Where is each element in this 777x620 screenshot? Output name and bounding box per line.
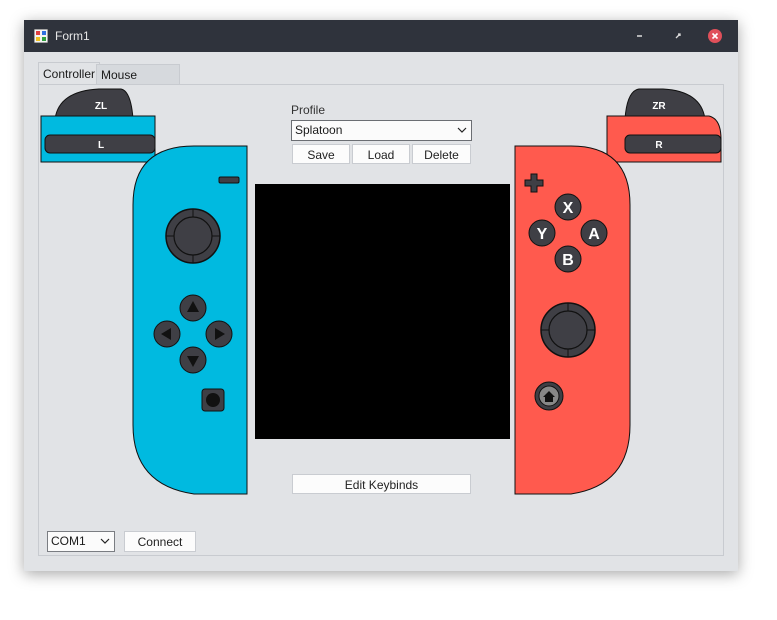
l-label: L <box>98 140 104 151</box>
tab-controller[interactable]: Controller <box>38 62 101 85</box>
l-button[interactable]: L <box>44 134 156 154</box>
a-label: A <box>588 226 600 243</box>
close-icon <box>708 29 722 43</box>
zl-button[interactable]: ZL <box>54 88 134 120</box>
delete-button[interactable]: Delete <box>412 144 471 164</box>
y-button[interactable]: Y <box>528 219 556 247</box>
close-button[interactable] <box>703 26 727 46</box>
right-stick[interactable] <box>540 302 596 358</box>
x-button[interactable]: X <box>554 193 582 221</box>
profile-dropdown[interactable]: Splatoon <box>291 120 472 141</box>
profile-selected: Splatoon <box>295 123 343 137</box>
y-label: Y <box>537 226 548 243</box>
com-port-selected: COM1 <box>51 534 86 548</box>
title-bar: Form1 <box>24 20 738 52</box>
screen-display <box>255 184 510 439</box>
left-stick[interactable] <box>165 208 221 264</box>
capture-button[interactable] <box>201 388 225 412</box>
main-window: Form1 Controller Mouse Settings ZL <box>24 20 738 571</box>
tab-mouse-settings[interactable]: Mouse Settings <box>96 64 180 102</box>
app-icon <box>34 29 48 43</box>
controller-panel: ZL L ZR R X Y A B Profile Splatoon Save … <box>38 84 724 556</box>
profile-label: Profile <box>291 103 326 117</box>
com-port-dropdown[interactable]: COM1 <box>47 531 115 552</box>
minimize-button[interactable] <box>628 26 652 46</box>
home-button[interactable] <box>534 381 564 411</box>
x-label: X <box>563 200 574 217</box>
zl-label: ZL <box>95 101 107 112</box>
dpad-right-button[interactable] <box>205 320 233 348</box>
dpad-up-button[interactable] <box>179 294 207 322</box>
chevron-down-icon <box>100 532 110 557</box>
b-button[interactable]: B <box>554 245 582 273</box>
chevron-down-icon <box>457 121 467 146</box>
dpad-down-button[interactable] <box>179 346 207 374</box>
window-title: Form1 <box>55 29 90 43</box>
restore-icon <box>675 33 681 39</box>
dpad-left-button[interactable] <box>153 320 181 348</box>
maximize-button[interactable] <box>666 26 690 46</box>
b-label: B <box>562 252 574 269</box>
save-button[interactable]: Save <box>292 144 350 164</box>
a-button[interactable]: A <box>580 219 608 247</box>
load-button[interactable]: Load <box>352 144 410 164</box>
r-button[interactable]: R <box>624 134 722 154</box>
connect-button[interactable]: Connect <box>124 531 196 552</box>
r-label: R <box>655 140 663 151</box>
minimize-icon <box>637 35 642 37</box>
zr-button[interactable]: ZR <box>624 88 706 120</box>
minus-button[interactable] <box>218 176 240 184</box>
edit-keybinds-button[interactable]: Edit Keybinds <box>292 474 471 494</box>
zr-label: ZR <box>652 101 666 112</box>
